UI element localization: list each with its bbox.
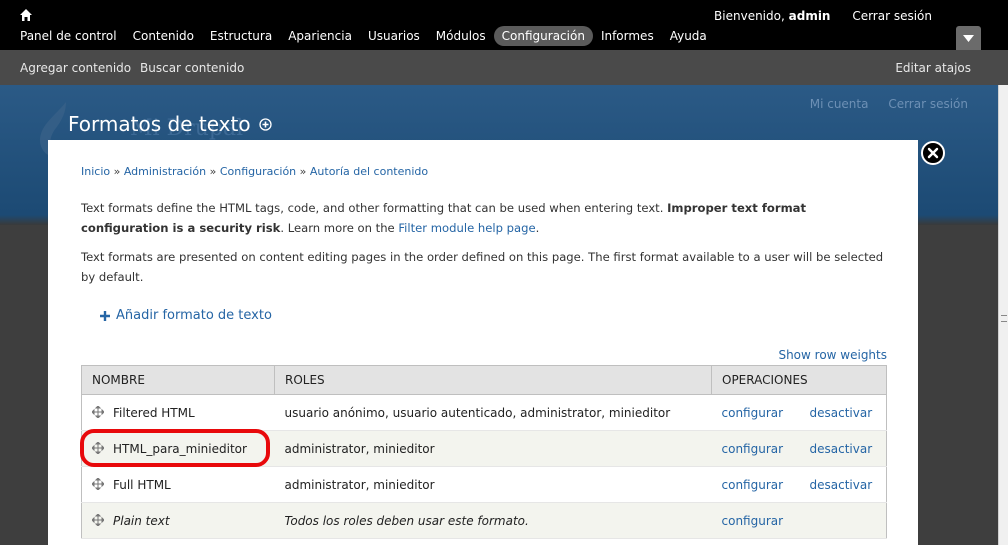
user-links: Bienvenido, admin Cerrar sesión [714, 9, 932, 23]
ops-disable-cell: desactivar [799, 430, 887, 467]
configure-link[interactable]: configurar [722, 406, 784, 420]
disable-link[interactable]: desactivar [810, 406, 873, 420]
admin-toolbar: Bienvenido, admin Cerrar sesión Panel de… [0, 0, 1008, 50]
close-icon [927, 147, 939, 159]
column-header-operations: OPERACIONES [711, 365, 887, 395]
overlay-content-panel: Inicio » Administración » Configuración … [48, 140, 918, 545]
username[interactable]: admin [789, 9, 831, 23]
page-title: Formatos de texto [68, 112, 251, 136]
format-name-cell: Plain text [81, 502, 275, 539]
configure-link[interactable]: configurar [722, 442, 784, 456]
format-name: Plain text [113, 513, 170, 528]
drag-handle-icon[interactable] [92, 478, 104, 490]
breadcrumb-content-authoring[interactable]: Autoría del contenido [310, 165, 428, 178]
column-header-name: NOMBRE [81, 365, 275, 395]
triangle-down-icon [963, 35, 974, 42]
shortcut-add-content[interactable]: Agregar contenido [20, 61, 131, 75]
drag-handle-icon[interactable] [92, 514, 104, 526]
format-roles: administrator, minieditor [274, 430, 712, 467]
format-name: Filtered HTML [113, 405, 195, 420]
configure-link[interactable]: configurar [722, 514, 784, 528]
breadcrumb-administration[interactable]: Administración [124, 165, 206, 178]
add-text-format-label: Añadir formato de texto [116, 308, 272, 323]
help-text-security: Text formats define the HTML tags, code,… [81, 201, 807, 235]
table-row: Plain text Todos los roles deben usar es… [81, 502, 887, 539]
ops-configure-cell: configurar [711, 430, 800, 467]
disable-link[interactable]: desactivar [810, 478, 873, 492]
shortcuts-drawer-toggle[interactable] [956, 26, 981, 50]
breadcrumb: Inicio » Administración » Configuración … [81, 165, 429, 178]
filter-help-link[interactable]: Filter module help page [398, 221, 535, 235]
disable-link[interactable]: desactivar [810, 442, 873, 456]
plus-icon [100, 310, 110, 321]
add-text-format-link[interactable]: Añadir formato de texto [100, 308, 272, 323]
shortcut-find-content[interactable]: Buscar contenido [140, 61, 244, 75]
scrollbar-grip[interactable] [1001, 315, 1007, 322]
menu-item-dashboard[interactable]: Panel de control [12, 26, 125, 46]
format-name-cell: Filtered HTML [81, 394, 275, 431]
menu-item-users[interactable]: Usuarios [360, 26, 428, 46]
page-scrollbar[interactable] [998, 85, 1008, 545]
help-text-order: Text formats are presented on content ed… [81, 250, 884, 284]
drag-handle-icon[interactable] [92, 406, 104, 418]
format-roles: Todos los roles deben usar este formato. [274, 502, 712, 539]
menu-item-modules[interactable]: Módulos [428, 26, 494, 46]
site-secondary-links: Mi cuenta Cerrar sesión [794, 97, 968, 111]
configure-link[interactable]: configurar [722, 478, 784, 492]
ops-configure-cell: configurar [711, 394, 800, 431]
ops-configure-cell: configurar [711, 502, 800, 539]
format-roles: administrator, minieditor [274, 466, 712, 503]
menu-item-appearance[interactable]: Apariencia [280, 26, 360, 46]
home-icon[interactable] [19, 8, 33, 22]
breadcrumb-home[interactable]: Inicio [81, 165, 110, 178]
menu-item-configuration[interactable]: Configuración [493, 26, 593, 46]
site-my-account-link[interactable]: Mi cuenta [810, 97, 869, 111]
table-row: Filtered HTML usuario anónimo, usuario a… [81, 394, 887, 431]
menu-item-reports[interactable]: Informes [593, 26, 662, 46]
column-header-roles: ROLES [274, 365, 712, 395]
table-row: Full HTML administrator, minieditor conf… [81, 466, 887, 503]
breadcrumb-configuration[interactable]: Configuración [220, 165, 296, 178]
format-name: Full HTML [113, 477, 171, 492]
ops-disable-cell: desactivar [799, 466, 887, 503]
highlight-annotation [80, 429, 270, 467]
add-shortcut-plus-icon[interactable] [259, 118, 272, 131]
overlay-close-button[interactable] [921, 141, 945, 165]
format-roles: usuario anónimo, usuario autenticado, ad… [274, 394, 712, 431]
edit-shortcuts-link[interactable]: Editar atajos [895, 61, 971, 75]
menu-item-structure[interactable]: Estructura [202, 26, 280, 46]
table-header-row: NOMBRE ROLES OPERACIONES [81, 365, 887, 395]
site-logout-link[interactable]: Cerrar sesión [888, 97, 968, 111]
ops-disable-cell: desactivar [799, 394, 887, 431]
ops-configure-cell: configurar [711, 466, 800, 503]
ops-disable-cell [799, 502, 887, 539]
menu-item-help[interactable]: Ayuda [662, 26, 715, 46]
shortcuts-bar: Agregar contenido Buscar contenido Edita… [0, 50, 1008, 85]
format-name-cell: Full HTML [81, 466, 275, 503]
menu-item-content[interactable]: Contenido [125, 26, 202, 46]
logout-link[interactable]: Cerrar sesión [852, 9, 932, 23]
main-menu: Panel de control Contenido Estructura Ap… [12, 26, 715, 46]
show-row-weights-link[interactable]: Show row weights [778, 348, 887, 362]
welcome-text: Bienvenido, admin [714, 9, 831, 23]
